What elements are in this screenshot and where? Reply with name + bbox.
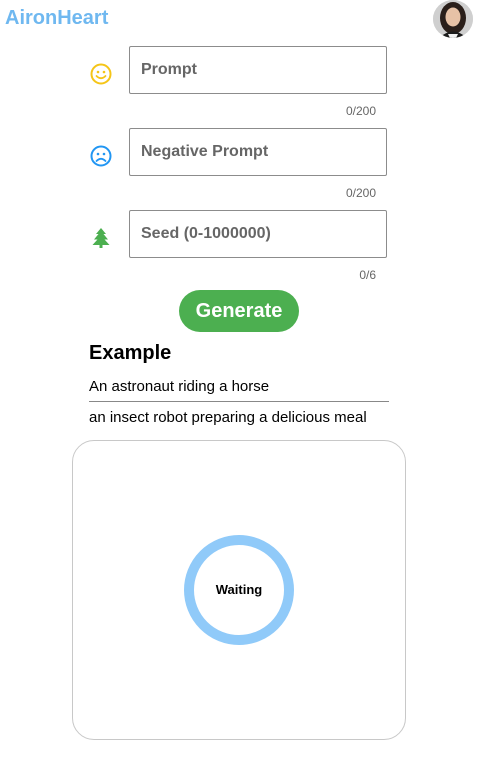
prompt-field[interactable] <box>129 46 387 94</box>
frown-icon <box>90 145 112 167</box>
prompt-input[interactable] <box>130 47 371 93</box>
tree-icon <box>92 228 110 248</box>
avatar-icon <box>433 0 473 38</box>
brand-title[interactable]: AironHeart <box>5 7 108 30</box>
waiting-status: Waiting <box>215 582 263 597</box>
example-item[interactable]: An astronaut riding a horse <box>89 378 389 395</box>
negative-prompt-counter: 0/200 <box>345 186 376 200</box>
seed-input[interactable] <box>130 211 371 257</box>
smile-icon <box>90 63 112 85</box>
user-avatar[interactable] <box>433 0 473 38</box>
prompt-counter: 0/200 <box>345 104 376 118</box>
seed-field[interactable] <box>129 210 387 258</box>
app-page: AironHeart 0/200 <box>0 0 478 765</box>
example-divider <box>89 401 389 402</box>
seed-counter: 0/6 <box>359 268 376 282</box>
negative-prompt-input[interactable] <box>130 129 371 175</box>
negative-prompt-field[interactable] <box>129 128 387 176</box>
example-item[interactable]: an insect robot preparing a delicious me… <box>89 409 389 426</box>
example-heading: Example <box>89 342 172 364</box>
generate-button[interactable]: Generate <box>179 290 299 332</box>
